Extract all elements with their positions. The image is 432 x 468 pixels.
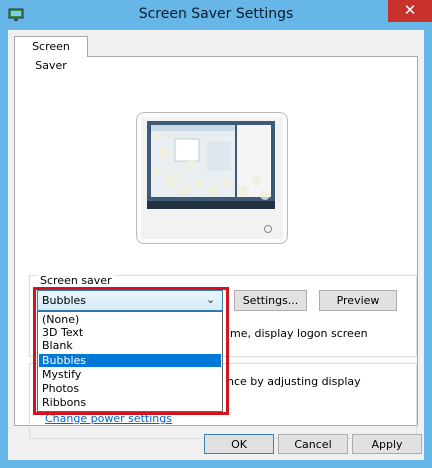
power-management-text: nce by adjusting display	[227, 375, 361, 388]
tab-panel: Screen saver Bubbles ⌄ Settings... Previ…	[14, 56, 418, 439]
red-highlight-box	[33, 287, 229, 415]
monitor-power-button	[264, 225, 272, 233]
monitor-screen	[147, 121, 275, 209]
settings-button[interactable]: Settings...	[234, 290, 307, 311]
dialog-client-area: Screen Saver Screen saver Bubbles ⌄ Sett…	[8, 30, 424, 460]
tab-screen-saver[interactable]: Screen Saver	[14, 36, 88, 72]
preview-button[interactable]: Preview	[319, 290, 397, 311]
cancel-button[interactable]: Cancel	[278, 434, 348, 454]
logon-screen-checkbox-label[interactable]: me, display logon screen	[230, 327, 368, 340]
title-bar[interactable]: Screen Saver Settings ✕	[0, 0, 432, 30]
close-button[interactable]: ✕	[388, 0, 432, 22]
desktop-preview-image	[147, 121, 275, 209]
dialog-window: Screen Saver Settings ✕ Screen Saver Scr…	[0, 0, 432, 468]
apply-button[interactable]: Apply	[352, 434, 422, 454]
screen-saver-group-label: Screen saver	[37, 274, 115, 287]
ok-button[interactable]: OK	[204, 434, 274, 454]
monitor-preview	[136, 112, 288, 244]
window-title: Screen Saver Settings	[138, 6, 294, 22]
